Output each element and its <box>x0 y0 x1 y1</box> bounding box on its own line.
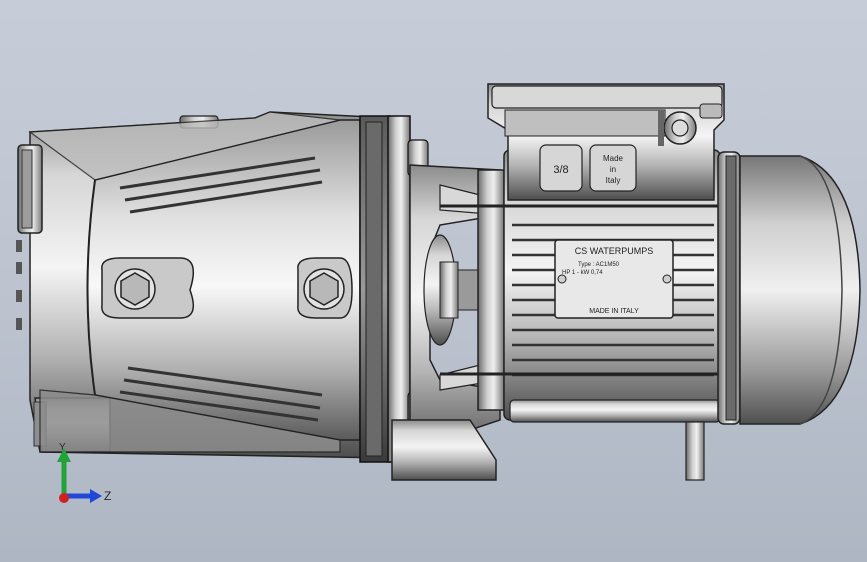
cad-viewport[interactable]: 3/8 Made in Italy CS WATERPUMPS Type : A… <box>0 0 867 562</box>
flange-size-label: 3/8 <box>553 164 568 176</box>
origin-line-2: in <box>610 165 616 174</box>
z-axis-label: Z <box>104 489 111 503</box>
pump-housing <box>16 111 393 459</box>
nameplate-power: HP 1 - kW 0,74 <box>562 270 603 276</box>
orientation-triad[interactable]: Y Z <box>44 440 114 510</box>
nameplate: CS WATERPUMPS Type : AC1M50 HP 1 - kW 0,… <box>554 239 674 319</box>
z-axis-arrow-icon <box>90 489 102 503</box>
origin-line-1: Made <box>603 154 624 163</box>
nameplate-brand: CS WATERPUMPS <box>575 246 654 256</box>
fan-cover <box>717 151 861 425</box>
x-axis-dot-icon <box>59 493 69 503</box>
pump-model[interactable]: 3/8 Made in Italy CS WATERPUMPS Type : A… <box>0 0 867 562</box>
y-axis-label: Y <box>59 442 66 453</box>
nameplate-footer: MADE IN ITALY <box>589 308 639 315</box>
nameplate-type: Type : AC1M50 <box>578 262 620 268</box>
origin-line-3: Italy <box>606 176 621 185</box>
